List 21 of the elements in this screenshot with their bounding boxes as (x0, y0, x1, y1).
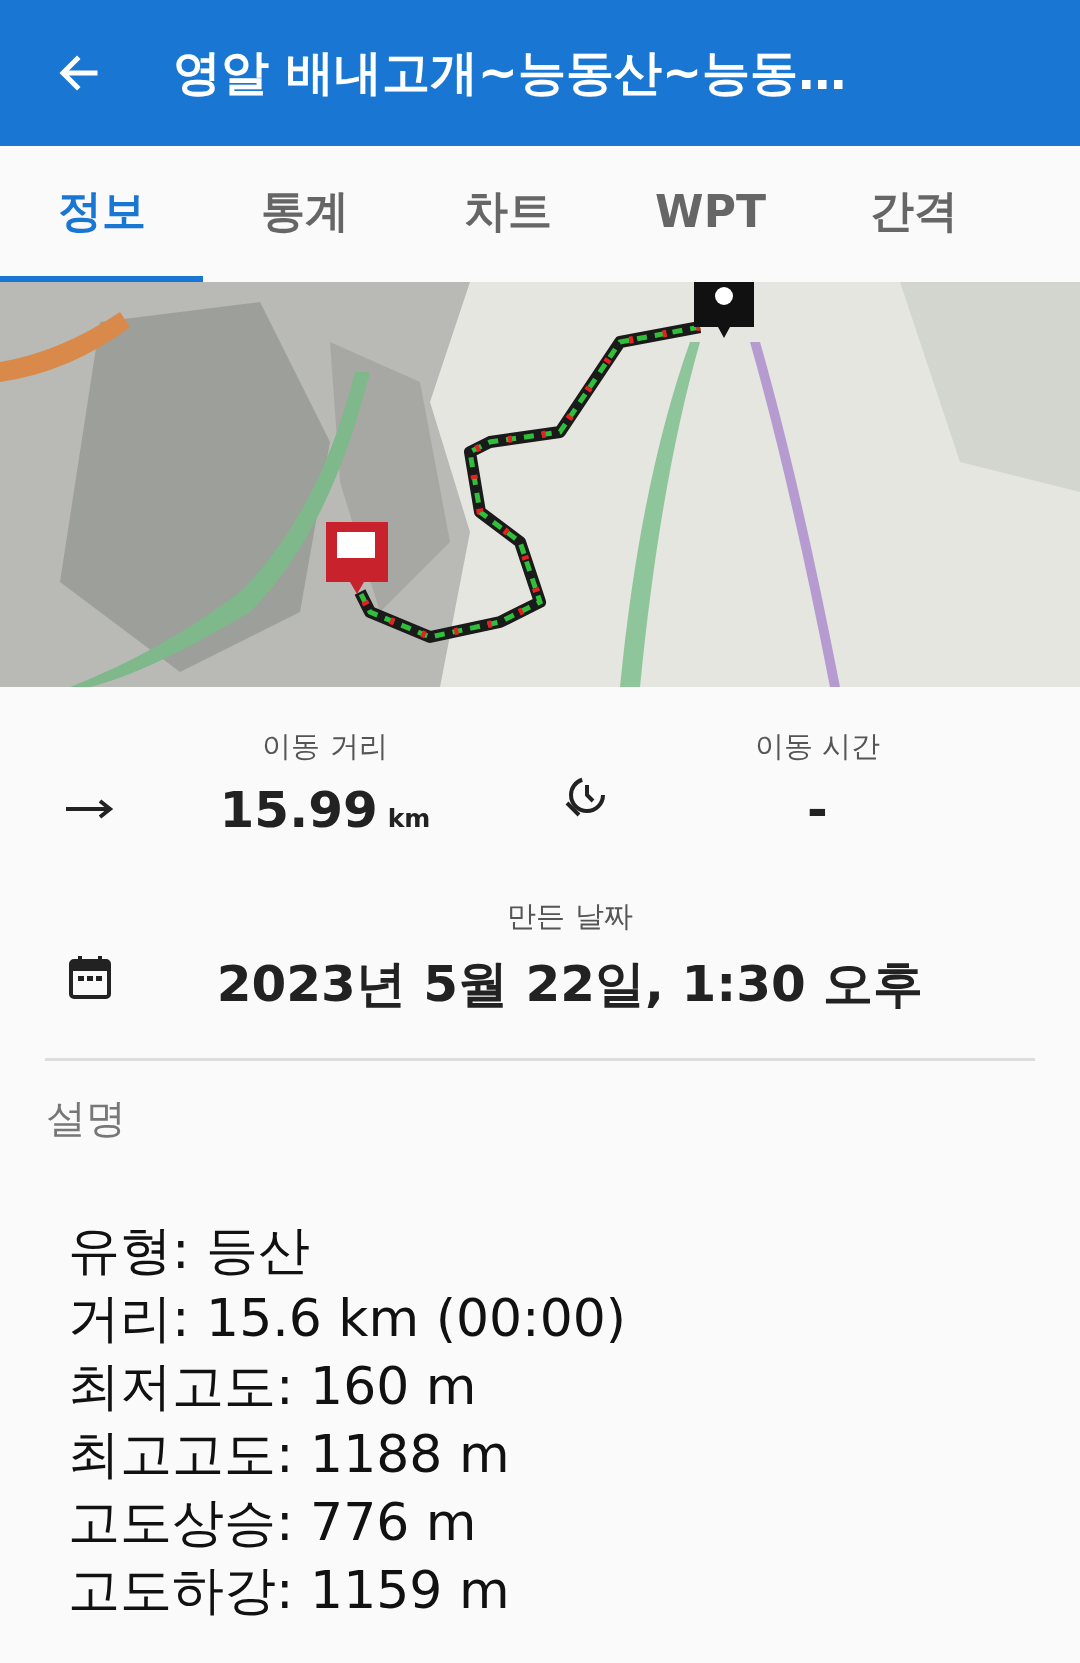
description-line: 유형: 등산 (68, 1219, 312, 1282)
stat-value: - (807, 781, 828, 839)
stat-unit: km (387, 804, 431, 833)
calendar-icon (68, 954, 112, 1000)
description-line: 최고고도: 1188 m (68, 1423, 511, 1486)
tab[interactable]: 차트 (406, 146, 609, 282)
section-heading: 설명 (46, 1094, 127, 1143)
tab[interactable]: WPT (609, 146, 812, 282)
stat-label: 이동 거리 (262, 728, 388, 765)
stat-value: 15.99 (219, 781, 378, 839)
tab[interactable]: 통계 (203, 146, 406, 282)
description-line: 거리: 15.6 km (00:00) (68, 1287, 628, 1350)
stat-label: 이동 시간 (754, 728, 881, 765)
page-title: 영알 배내고개~능동산~능동… (173, 43, 847, 102)
date-label: 만든 날짜 (507, 898, 633, 935)
description-line: 고도상승: 776 m (68, 1491, 478, 1554)
arrow-icon (64, 797, 116, 821)
description-line: 고도하강: 1159 m (68, 1559, 511, 1622)
tab[interactable]: 간격 (812, 146, 1015, 282)
description-line: 최저고도: 160 m (68, 1355, 478, 1418)
date-value: 2023년 5월 22일, 1:30 오후 (216, 954, 924, 1015)
